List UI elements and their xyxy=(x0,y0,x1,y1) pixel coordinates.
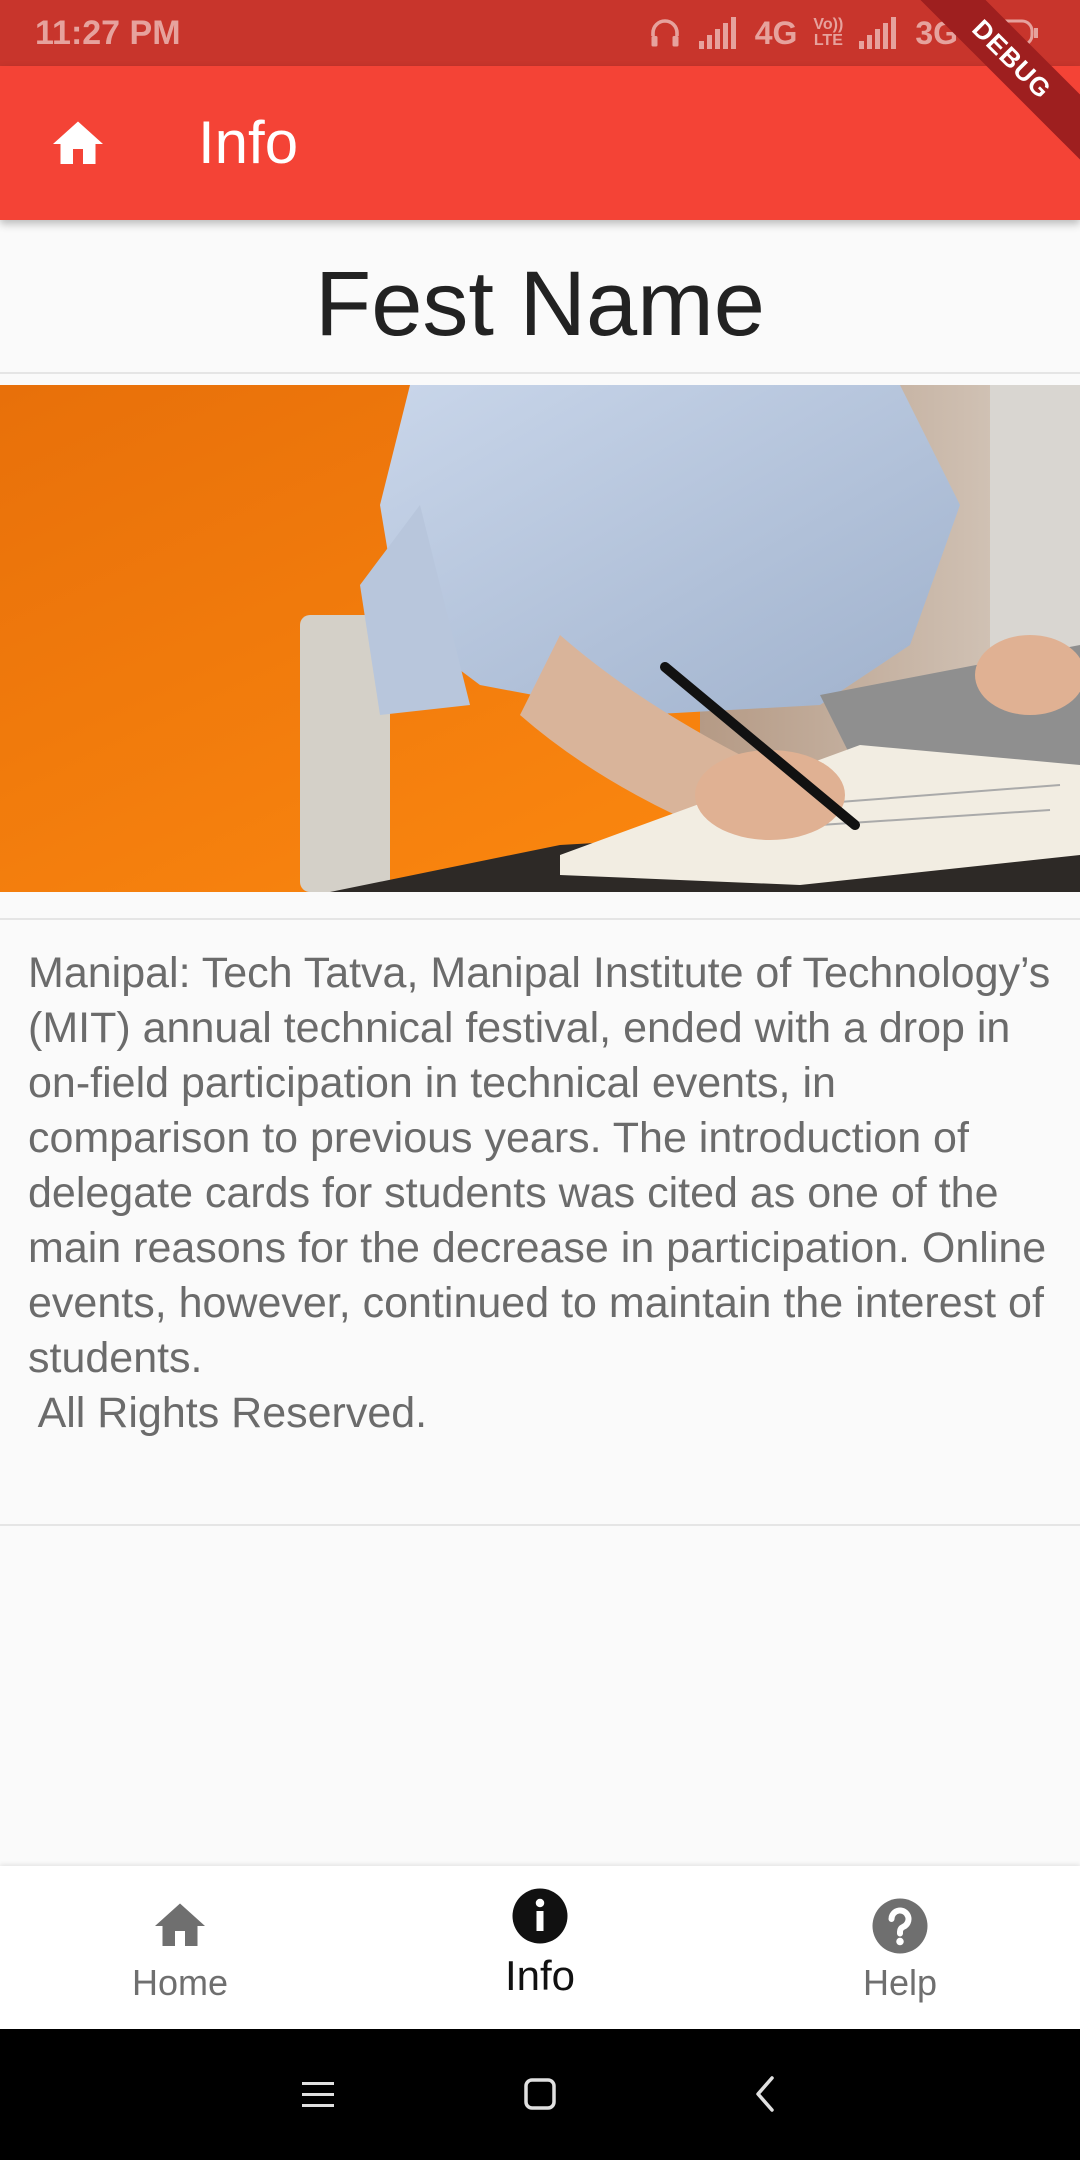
debug-label: DEBUG xyxy=(920,0,1080,160)
network-type-1: 4G xyxy=(754,14,798,51)
fest-name-card: Fest Name xyxy=(0,236,1080,374)
fest-name: Fest Name xyxy=(315,252,765,355)
status-bar: 11:27 PM 4G Vo)) LTE 3G xyxy=(0,0,1080,66)
fest-description-block: Manipal: Tech Tatva, Manipal Institute o… xyxy=(28,946,1058,1441)
home-icon xyxy=(155,1903,205,1946)
nav-label-info: Info xyxy=(504,1952,576,1999)
divider xyxy=(0,918,1080,920)
nav-label-help: Help xyxy=(862,1962,938,2003)
info-icon xyxy=(512,1888,568,1944)
divider xyxy=(0,1524,1080,1526)
signal-icon xyxy=(859,17,897,49)
fest-description: Manipal: Tech Tatva, Manipal Institute o… xyxy=(28,949,1051,1382)
status-time: 11:27 PM xyxy=(35,14,181,52)
home-button[interactable] xyxy=(48,114,108,174)
menu-icon[interactable] xyxy=(288,2064,348,2124)
volte-indicator: Vo)) LTE xyxy=(813,16,844,49)
bottom-navigation: Home Info Help xyxy=(0,1866,1080,2029)
back-icon[interactable] xyxy=(736,2064,796,2124)
app-bar: Info xyxy=(0,66,1080,220)
nav-label-home: Home xyxy=(131,1962,229,2003)
square-icon[interactable] xyxy=(510,2064,570,2124)
nav-item-help[interactable]: Help xyxy=(720,1866,1080,2029)
signal-icon xyxy=(698,17,736,49)
home-icon xyxy=(53,121,103,164)
system-navigation-bar xyxy=(0,2029,1080,2160)
debug-banner: DEBUG xyxy=(920,0,1080,160)
nav-item-home[interactable]: Home xyxy=(0,1866,360,2029)
nav-item-info[interactable]: Info xyxy=(360,1866,720,2029)
page-title: Info xyxy=(198,109,299,176)
help-icon xyxy=(872,1898,928,1954)
headphones-icon xyxy=(650,19,679,47)
fest-image xyxy=(0,385,1080,892)
copyright-text: All Rights Reserved. xyxy=(28,1389,428,1437)
